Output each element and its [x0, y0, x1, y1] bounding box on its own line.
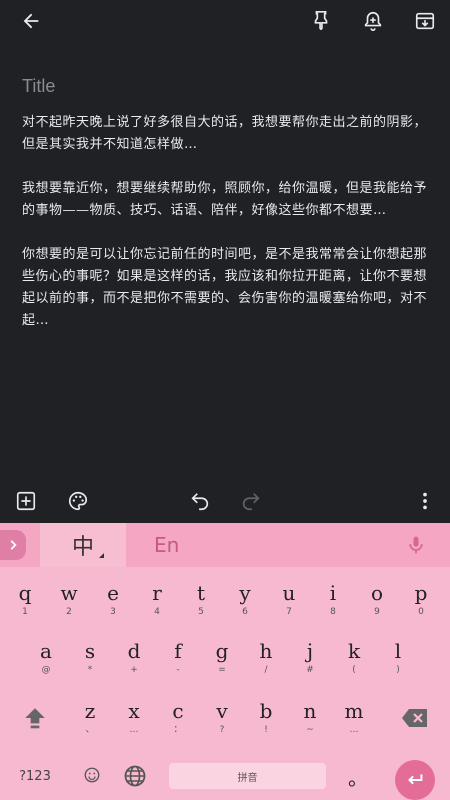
key-t[interactable]: t5: [181, 575, 221, 625]
key-z[interactable]: z、: [70, 693, 110, 743]
note-paragraph: 我想要靠近你，想要继续帮助你，照顾你，给你温暖，但是我能给予的事物——物质、技巧…: [22, 181, 428, 218]
period-key[interactable]: 。: [343, 759, 373, 793]
back-button[interactable]: [16, 6, 46, 36]
key-u[interactable]: u7: [269, 575, 309, 625]
key-q[interactable]: q1: [5, 575, 45, 625]
key-s[interactable]: s *: [70, 633, 110, 683]
archive-button[interactable]: [410, 6, 440, 36]
keyboard-expand-button[interactable]: [0, 530, 26, 560]
key-h[interactable]: h /: [246, 633, 286, 683]
key-g[interactable]: g =: [202, 633, 242, 683]
reminder-button[interactable]: [358, 6, 388, 36]
key-e[interactable]: e3: [93, 575, 133, 625]
keyboard-top-bar: 中 En: [0, 523, 450, 567]
top-app-bar: [0, 0, 450, 42]
voice-input-button[interactable]: [404, 533, 428, 557]
shift-arrow-icon: [25, 708, 45, 729]
note-paragraph: 对不起昨天晚上说了好多很自大的话，我想要帮你走出之前的阴影，但是其实我并不知道怎…: [22, 115, 428, 152]
tab-chinese-label: 中: [71, 535, 94, 560]
tab-english[interactable]: En: [154, 523, 179, 567]
key-f[interactable]: f-: [158, 633, 198, 683]
bell-plus-icon: [364, 11, 382, 31]
tab-indicator-icon: [99, 553, 104, 558]
space-key[interactable]: 拼音: [169, 763, 326, 789]
arrow-back-icon: [23, 13, 39, 29]
key-i[interactable]: i8: [313, 575, 353, 625]
key-p[interactable]: p0: [401, 575, 441, 625]
key-v[interactable]: v?: [202, 693, 242, 743]
shift-key[interactable]: [12, 693, 58, 743]
key-w[interactable]: w2: [49, 575, 89, 625]
key-k[interactable]: k(: [334, 633, 374, 683]
tab-chinese[interactable]: 中: [40, 523, 126, 567]
pin-button[interactable]: [306, 6, 336, 36]
backspace-key[interactable]: [392, 693, 438, 743]
background-options-button[interactable]: [63, 486, 93, 516]
language-key[interactable]: [120, 761, 150, 791]
key-m[interactable]: m…: [334, 693, 374, 743]
redo-icon: [242, 493, 260, 511]
smiley-icon: [84, 767, 100, 783]
enter-key[interactable]: [395, 760, 435, 800]
key-r[interactable]: r4: [137, 575, 177, 625]
key-d[interactable]: d +: [114, 633, 154, 683]
symbols-key[interactable]: ?123: [10, 763, 60, 789]
soft-keyboard: 中 En q1 w2 e3 r4 t5 y6 u7 i8 o9 p0 a @ s *…: [0, 523, 450, 800]
key-l[interactable]: l): [378, 633, 418, 683]
note-bottom-toolbar: [0, 478, 450, 523]
note-paragraph: 你想要的是可以让你忘记前任的时间吧，是不是我常常会让你想起那些伤心的事呢？如果是…: [22, 247, 428, 328]
key-a[interactable]: a @: [26, 633, 66, 683]
note-title-input[interactable]: Title: [22, 76, 55, 97]
key-b[interactable]: b!: [246, 693, 286, 743]
archive-icon: [415, 12, 435, 30]
backspace-icon: [402, 709, 427, 727]
key-n[interactable]: n ~: [290, 693, 330, 743]
more-vert-icon: [423, 492, 427, 510]
chevron-right-icon: [10, 540, 17, 550]
emoji-key[interactable]: [78, 755, 106, 795]
add-box-icon: [16, 491, 36, 511]
key-j[interactable]: j #: [290, 633, 330, 683]
enter-return-icon: [408, 774, 423, 785]
palette-icon: [69, 491, 88, 511]
key-y[interactable]: y6: [225, 575, 265, 625]
undo-icon: [191, 493, 209, 511]
microphone-icon: [409, 536, 423, 554]
redo-button[interactable]: [236, 486, 266, 516]
note-body-input[interactable]: 对不起昨天晚上说了好多很自大的话，我想要帮你走出之前的阴影，但是其实我并不知道怎…: [22, 112, 430, 354]
pin-icon: [314, 11, 328, 31]
undo-button[interactable]: [185, 486, 215, 516]
key-c[interactable]: c：: [158, 693, 198, 743]
add-content-button[interactable]: [11, 486, 41, 516]
key-o[interactable]: o9: [357, 575, 397, 625]
globe-icon: [124, 765, 146, 787]
key-x[interactable]: x…: [114, 693, 154, 743]
more-options-button[interactable]: [410, 486, 440, 516]
